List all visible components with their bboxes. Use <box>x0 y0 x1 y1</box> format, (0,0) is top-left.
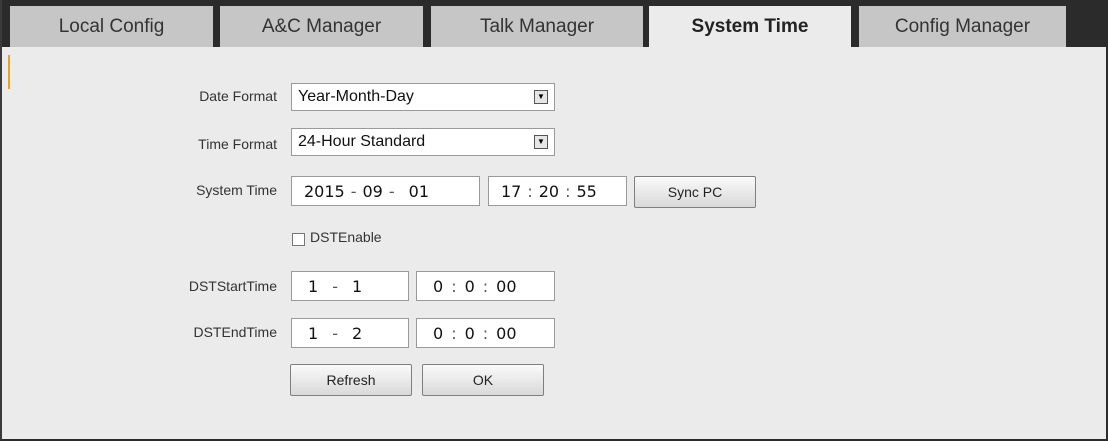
date-format-select[interactable]: Year-Month-Day ▼ <box>291 83 555 111</box>
month-segment[interactable]: 1 <box>308 277 318 296</box>
tab-label: System Time <box>691 15 809 37</box>
refresh-button[interactable]: Refresh <box>290 364 412 396</box>
minute-segment[interactable]: 0 <box>465 324 475 343</box>
tab-ac-manager[interactable]: A&C Manager <box>220 6 423 47</box>
date-format-value: Year-Month-Day <box>298 88 414 105</box>
day-segment[interactable]: 01 <box>401 182 429 201</box>
tab-label: Talk Manager <box>479 15 595 37</box>
dst-enable-checkbox[interactable] <box>292 233 305 246</box>
tab-local-config[interactable]: Local Config <box>10 6 213 47</box>
month-segment[interactable]: 1 <box>308 324 318 343</box>
dst-start-date-field[interactable]: 1 - 1 <box>291 271 409 301</box>
tab-talk-manager[interactable]: Talk Manager <box>431 6 643 47</box>
dst-start-time-field[interactable]: 0 : 0 : 00 <box>416 271 555 301</box>
tab-label: A&C Manager <box>261 15 382 37</box>
chevron-down-icon[interactable]: ▼ <box>534 90 548 104</box>
system-time-panel: Local Config A&C Manager Talk Manager Sy… <box>0 0 1108 441</box>
sync-pc-button[interactable]: Sync PC <box>634 176 756 208</box>
time-separator: : <box>451 276 457 296</box>
tab-config-manager[interactable]: Config Manager <box>859 6 1066 47</box>
ok-button[interactable]: OK <box>422 364 544 396</box>
hour-segment[interactable]: 0 <box>433 277 443 296</box>
second-segment[interactable]: 55 <box>577 182 597 201</box>
dst-end-date-field[interactable]: 1 - 2 <box>291 318 409 348</box>
tab-bar: Local Config A&C Manager Talk Manager Sy… <box>2 0 1108 47</box>
date-format-label: Date Format <box>199 88 277 104</box>
dst-enable-label: DSTEnable <box>310 229 382 245</box>
year-segment[interactable]: 2015 <box>304 182 345 201</box>
time-separator: : <box>565 181 571 201</box>
time-separator: : <box>482 276 489 296</box>
minute-segment[interactable]: 20 <box>539 182 559 201</box>
second-segment[interactable]: 00 <box>496 324 516 343</box>
chevron-down-icon[interactable]: ▼ <box>534 135 548 149</box>
date-separator: - <box>388 181 395 201</box>
time-format-select[interactable]: 24-Hour Standard ▼ <box>291 128 555 156</box>
system-clock-field[interactable]: 17 : 20 : 55 <box>488 176 627 206</box>
tab-label: Local Config <box>58 15 165 37</box>
system-date-field[interactable]: 2015 - 09 - 01 <box>291 176 480 206</box>
accent-marker <box>8 55 10 89</box>
date-separator: - <box>332 323 338 343</box>
date-separator: - <box>350 181 357 201</box>
time-separator: : <box>451 323 457 343</box>
time-format-value: 24-Hour Standard <box>298 133 426 150</box>
dst-start-label: DSTStartTime <box>188 278 277 294</box>
hour-segment[interactable]: 17 <box>501 182 521 201</box>
time-separator: : <box>527 181 533 201</box>
time-format-label: Time Format <box>198 136 277 152</box>
second-segment[interactable]: 00 <box>496 277 516 296</box>
dst-end-label: DSTEndTime <box>193 324 277 340</box>
month-segment[interactable]: 09 <box>363 182 383 201</box>
day-segment[interactable]: 2 <box>352 324 362 343</box>
minute-segment[interactable]: 0 <box>465 277 475 296</box>
tab-system-time[interactable]: System Time <box>649 6 851 47</box>
tab-label: Config Manager <box>894 15 1031 37</box>
date-separator: - <box>332 276 338 296</box>
system-time-label: System Time <box>196 182 277 198</box>
dst-end-time-field[interactable]: 0 : 0 : 00 <box>416 318 555 348</box>
day-segment[interactable]: 1 <box>352 277 362 296</box>
time-separator: : <box>482 323 489 343</box>
hour-segment[interactable]: 0 <box>433 324 443 343</box>
